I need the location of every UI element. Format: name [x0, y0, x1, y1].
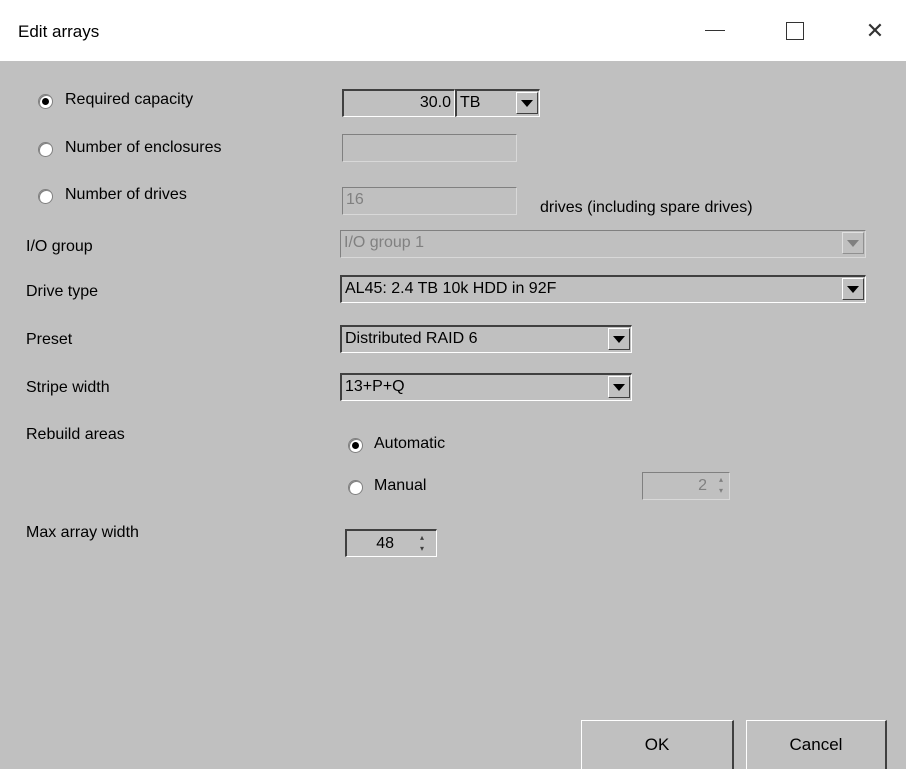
required-capacity-input[interactable]: 30.0	[342, 89, 455, 117]
minimize-icon	[705, 30, 725, 31]
capacity-unit-value: TB	[460, 94, 481, 111]
capacity-unit-select[interactable]: TB	[455, 89, 540, 117]
preset-value: Distributed RAID 6	[345, 330, 478, 347]
max-array-width-value: 48	[376, 535, 394, 552]
maximize-button[interactable]	[760, 0, 830, 61]
preset-dropdown-button[interactable]	[608, 328, 630, 350]
chevron-down-icon	[613, 383, 625, 391]
stripe-width-select[interactable]: 13+P+Q	[340, 373, 632, 401]
drive-type-select[interactable]: AL45: 2.4 TB 10k HDD in 92F	[340, 275, 866, 303]
close-icon: ✕	[865, 17, 885, 43]
rebuild-automatic-label: Automatic	[374, 435, 446, 452]
required-capacity-label: Required capacity	[65, 91, 194, 108]
cancel-button[interactable]: Cancel	[746, 720, 887, 769]
spin-up-icon[interactable]: ▴	[719, 475, 723, 484]
chevron-down-icon	[521, 99, 533, 107]
number-of-drives-value: 16	[346, 191, 364, 208]
rebuild-manual-label: Manual	[374, 477, 427, 494]
stripe-width-value: 13+P+Q	[345, 378, 405, 395]
number-of-enclosures-input[interactable]	[342, 134, 517, 162]
radio-number-of-enclosures[interactable]	[38, 142, 53, 157]
minimize-button[interactable]	[680, 0, 750, 61]
radio-required-capacity[interactable]	[38, 94, 53, 109]
preset-select[interactable]: Distributed RAID 6	[340, 325, 632, 353]
io-group-label: I/O group	[26, 238, 93, 255]
required-capacity-value: 30.0	[419, 94, 451, 111]
rebuild-manual-stepper[interactable]: 2 ▴ ▾	[642, 472, 730, 500]
close-button[interactable]: ✕	[840, 0, 906, 61]
max-array-width-stepper[interactable]: 48 ▴ ▾	[345, 529, 437, 557]
max-array-width-spin-buttons[interactable]: ▴ ▾	[416, 533, 428, 553]
io-group-value: I/O group 1	[344, 234, 425, 251]
drives-suffix-label: drives (including spare drives)	[540, 199, 753, 216]
rebuild-manual-value: 2	[698, 477, 707, 494]
rebuild-areas-label: Rebuild areas	[26, 426, 125, 443]
drive-type-label: Drive type	[26, 283, 99, 300]
ok-button[interactable]: OK	[581, 720, 734, 769]
chevron-down-icon	[613, 335, 625, 343]
max-array-width-label: Max array width	[26, 524, 139, 541]
number-of-drives-input[interactable]: 16	[342, 187, 517, 215]
maximize-icon	[786, 21, 804, 40]
rebuild-manual-spin-buttons[interactable]: ▴ ▾	[715, 475, 727, 495]
title-bar: Edit arrays ✕	[0, 0, 906, 61]
spin-down-icon[interactable]: ▾	[719, 486, 723, 495]
preset-label: Preset	[26, 331, 73, 348]
drive-type-value: AL45: 2.4 TB 10k HDD in 92F	[345, 280, 557, 297]
ok-button-label: OK	[644, 735, 670, 754]
chevron-down-icon	[847, 285, 859, 293]
cancel-button-label: Cancel	[789, 735, 843, 754]
drive-type-dropdown-button[interactable]	[842, 278, 864, 300]
radio-rebuild-manual[interactable]	[348, 480, 363, 495]
io-group-select[interactable]: I/O group 1	[340, 230, 866, 258]
io-group-dropdown-button[interactable]	[842, 232, 864, 254]
radio-number-of-drives[interactable]	[38, 189, 53, 204]
number-of-enclosures-label: Number of enclosures	[65, 139, 222, 156]
radio-rebuild-automatic[interactable]	[348, 438, 363, 453]
chevron-down-icon	[847, 239, 859, 247]
stripe-width-dropdown-button[interactable]	[608, 376, 630, 398]
stripe-width-label: Stripe width	[26, 379, 110, 396]
window-title: Edit arrays	[18, 22, 100, 41]
spin-down-icon[interactable]: ▾	[420, 544, 424, 553]
number-of-drives-label: Number of drives	[65, 186, 187, 203]
spin-up-icon[interactable]: ▴	[420, 533, 424, 542]
capacity-unit-dropdown-button[interactable]	[516, 92, 538, 114]
